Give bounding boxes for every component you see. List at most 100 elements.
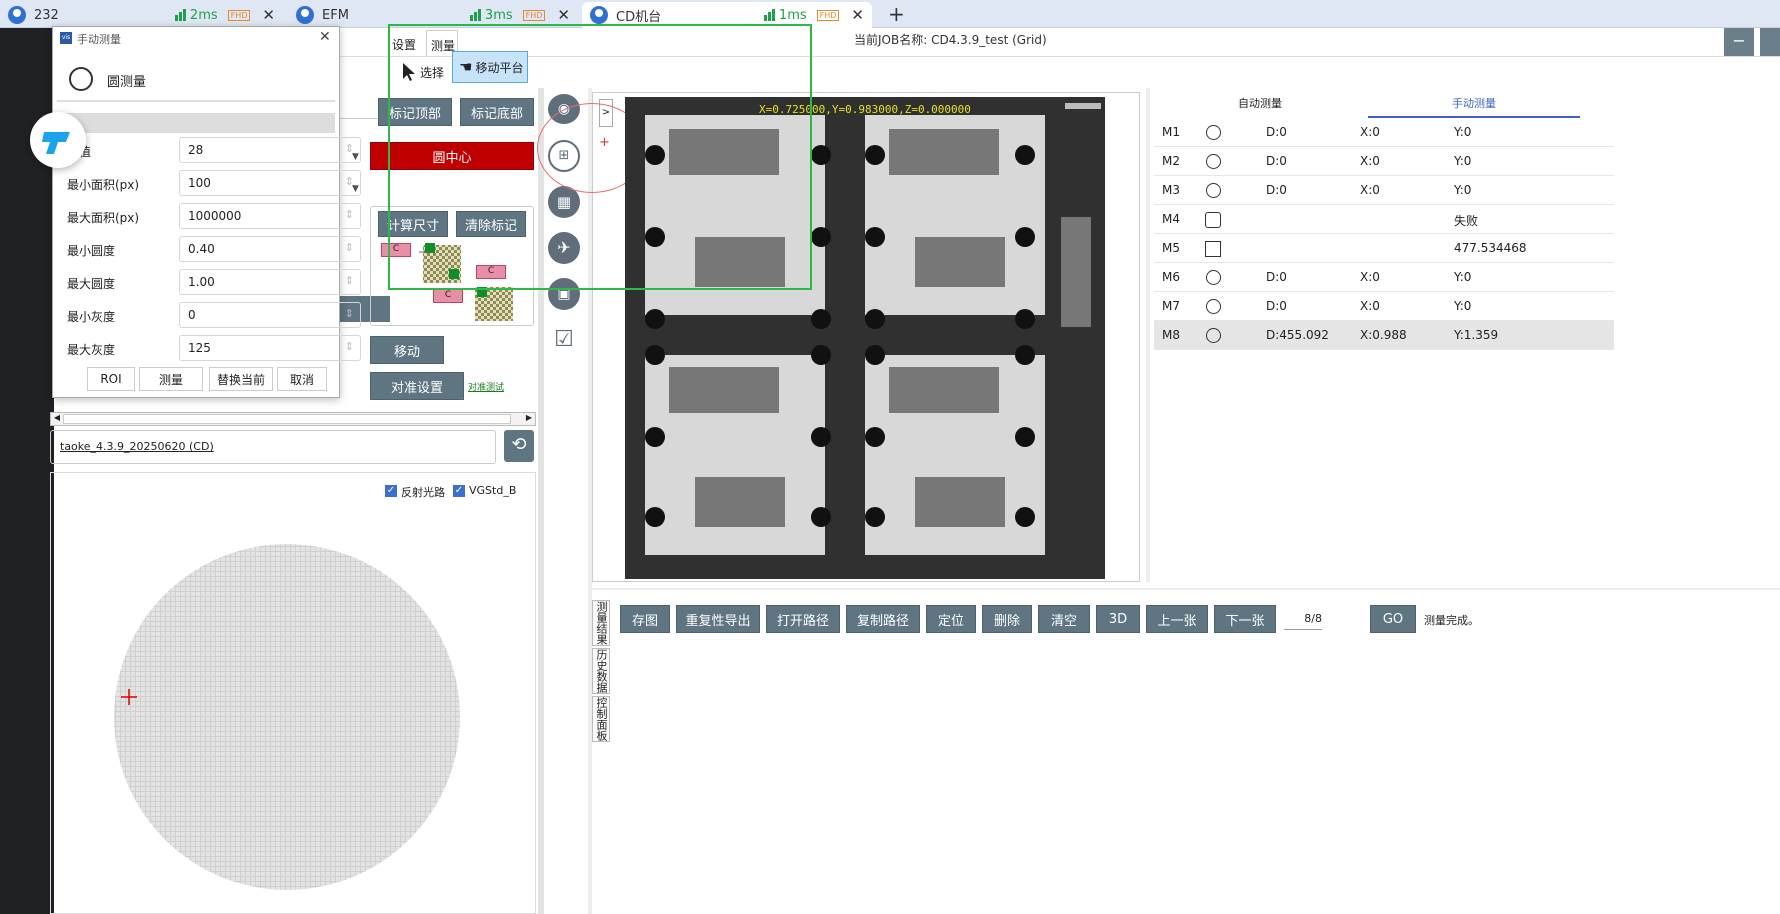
locate-button[interactable]: 定位 <box>926 605 976 633</box>
copy-path-button[interactable]: 复制路径 <box>846 605 920 633</box>
row-d: D:0 <box>1266 154 1287 168</box>
vgstd-checkbox[interactable]: ✓ <box>453 485 465 497</box>
tab-manual-measure[interactable]: 手动测量 <box>1368 92 1580 118</box>
new-tab-button[interactable]: + <box>888 2 905 26</box>
table-row[interactable]: M6 D:0 X:0 Y:0 <box>1154 263 1614 292</box>
browser-tab-bar: 232 2ms FHD ✕ EFM 3ms FHD ✕ CD机台 1ms FHD… <box>0 0 1780 28</box>
param-input[interactable]: 0 <box>179 302 361 328</box>
measure-button[interactable]: 测量 <box>139 367 203 391</box>
tab-label: 232 <box>34 7 59 23</box>
frame-icon <box>1205 212 1221 228</box>
param-label: 最小面积(px) <box>67 178 140 192</box>
table-row[interactable]: M1 D:0 X:0 Y:0 <box>1154 118 1614 147</box>
close-icon[interactable]: ✕ <box>262 6 275 24</box>
wafer-map-panel: ✓ 反射光路 ✓ VGStd_B <box>50 472 536 914</box>
row-x: X:0 <box>1360 125 1380 139</box>
user-icon <box>590 6 608 24</box>
param-row: 最小灰度 0 <box>67 302 373 330</box>
roi-button[interactable]: ROI <box>87 367 135 391</box>
param-label: 最小灰度 <box>67 310 116 324</box>
row-y: Y:1.359 <box>1454 328 1499 342</box>
results-panel: 自动测量 手动测量 M1 D:0 X:0 Y:0 M2 D:0 X:0 Y:0 M3 D:0 X… <box>1154 92 1780 582</box>
scroll-thumb[interactable] <box>63 414 511 424</box>
param-row: 最大灰度 125 <box>67 335 373 363</box>
scroll-left-arrow-icon[interactable]: ◀ <box>51 413 63 425</box>
tab-label: EFM <box>322 7 349 23</box>
row-name: M8 <box>1162 328 1180 342</box>
assistant-logo-icon <box>42 132 70 154</box>
overlay-test-link[interactable]: 对准测试 <box>468 380 504 393</box>
recipe-path[interactable]: taoke_4.3.9_20250620 (CD) <box>60 440 214 453</box>
previous-button[interactable]: 上一张 <box>1146 605 1208 633</box>
close-icon[interactable]: ✕ <box>557 6 570 24</box>
user-icon <box>296 6 314 24</box>
fhd-badge: FHD <box>522 9 546 21</box>
reflect-checkbox[interactable]: ✓ <box>385 485 397 497</box>
job-title: 当前JOB名称: CD4.3.9_test (Grid) <box>854 33 1047 47</box>
cancel-button[interactable]: 取消 <box>277 367 327 391</box>
app-logo-icon: vis <box>60 32 72 44</box>
wafer-map[interactable] <box>111 517 471 914</box>
table-row[interactable]: M2 D:0 X:0 Y:0 <box>1154 147 1614 176</box>
row-name: M7 <box>1162 299 1180 313</box>
refresh-icon[interactable]: ⟲ <box>504 430 534 462</box>
param-row: 最大面积(px) 1000000 <box>67 203 373 231</box>
roi-rectangle[interactable] <box>388 24 812 290</box>
table-row[interactable]: M4 失败 <box>1154 205 1614 234</box>
browser-tab-232[interactable]: 232 2ms FHD ✕ <box>0 2 283 28</box>
circle-mode-icon <box>69 67 93 91</box>
param-label: 最大灰度 <box>67 343 116 357</box>
param-input[interactable]: 1.00 <box>179 269 361 295</box>
save-image-button[interactable]: 存图 <box>620 605 670 633</box>
status-text: 测量完成。 <box>1424 614 1479 627</box>
param-row: 最小面积(px) 100 <box>67 170 373 198</box>
delete-button[interactable]: 删除 <box>982 605 1032 633</box>
param-input[interactable]: 28 <box>179 137 361 163</box>
table-row[interactable]: M5 477.534468 <box>1154 234 1614 263</box>
close-icon[interactable]: ✕ <box>319 29 331 45</box>
open-path-button[interactable]: 打开路径 <box>766 605 840 633</box>
side-tab-results[interactable]: 测量结果 <box>592 600 610 646</box>
scroll-right-arrow-icon[interactable]: ▶ <box>523 413 535 425</box>
row-name: M1 <box>1162 125 1180 139</box>
go-button[interactable]: GO <box>1370 605 1416 633</box>
row-y: Y:0 <box>1454 299 1472 313</box>
row-y: Y:0 <box>1454 125 1472 139</box>
row-y: Y:0 <box>1454 154 1472 168</box>
circle-icon <box>1206 125 1221 140</box>
tab-auto-measure[interactable]: 自动测量 <box>1154 92 1366 118</box>
align-settings-button[interactable]: 对准设置 <box>370 372 464 400</box>
move-button[interactable]: 移动 <box>370 336 444 364</box>
close-icon[interactable]: ✕ <box>851 6 864 24</box>
table-row[interactable]: M3 D:0 X:0 Y:0 <box>1154 176 1614 205</box>
3d-button[interactable]: 3D <box>1096 605 1140 633</box>
maximize-button[interactable] <box>1760 28 1780 56</box>
export-repeatability-button[interactable]: 重复性导出 <box>676 605 760 633</box>
fhd-badge: FHD <box>816 9 840 21</box>
recipe-path-box[interactable]: taoke_4.3.9_20250620 (CD) <box>50 430 496 464</box>
param-input[interactable]: 1000000 <box>179 203 361 229</box>
row-d: D:0 <box>1266 299 1287 313</box>
user-icon <box>8 6 26 24</box>
checklist-icon[interactable]: ☑ <box>548 324 580 356</box>
table-row-selected[interactable]: M8 D:455.092 X:0.988 Y:1.359 <box>1154 321 1614 350</box>
replace-current-button[interactable]: 替换当前 <box>209 367 273 391</box>
side-tab-history[interactable]: 历史数据 <box>592 648 610 694</box>
row-d: D:455.092 <box>1266 328 1329 342</box>
param-input[interactable]: 100 <box>179 170 361 196</box>
floating-assistant-icon[interactable] <box>30 112 86 168</box>
row-x: X:0 <box>1360 183 1380 197</box>
next-button[interactable]: 下一张 <box>1214 605 1276 633</box>
marker-label: C <box>433 289 463 303</box>
side-tab-control[interactable]: 控制面板 <box>592 696 610 742</box>
horizontal-scrollbar[interactable]: ◀ ▶ <box>50 412 536 426</box>
param-input[interactable]: 125 <box>179 335 361 361</box>
page-counter[interactable]: 8/8 <box>1284 612 1322 630</box>
divider <box>57 100 335 102</box>
clear-button[interactable]: 清空 <box>1038 605 1090 633</box>
minimize-button[interactable]: − <box>1724 28 1754 56</box>
circle-icon <box>1206 328 1221 343</box>
table-row[interactable]: M7 D:0 X:0 Y:0 <box>1154 292 1614 321</box>
param-input[interactable]: 0.40 <box>179 236 361 262</box>
gap-icon <box>1205 241 1221 257</box>
